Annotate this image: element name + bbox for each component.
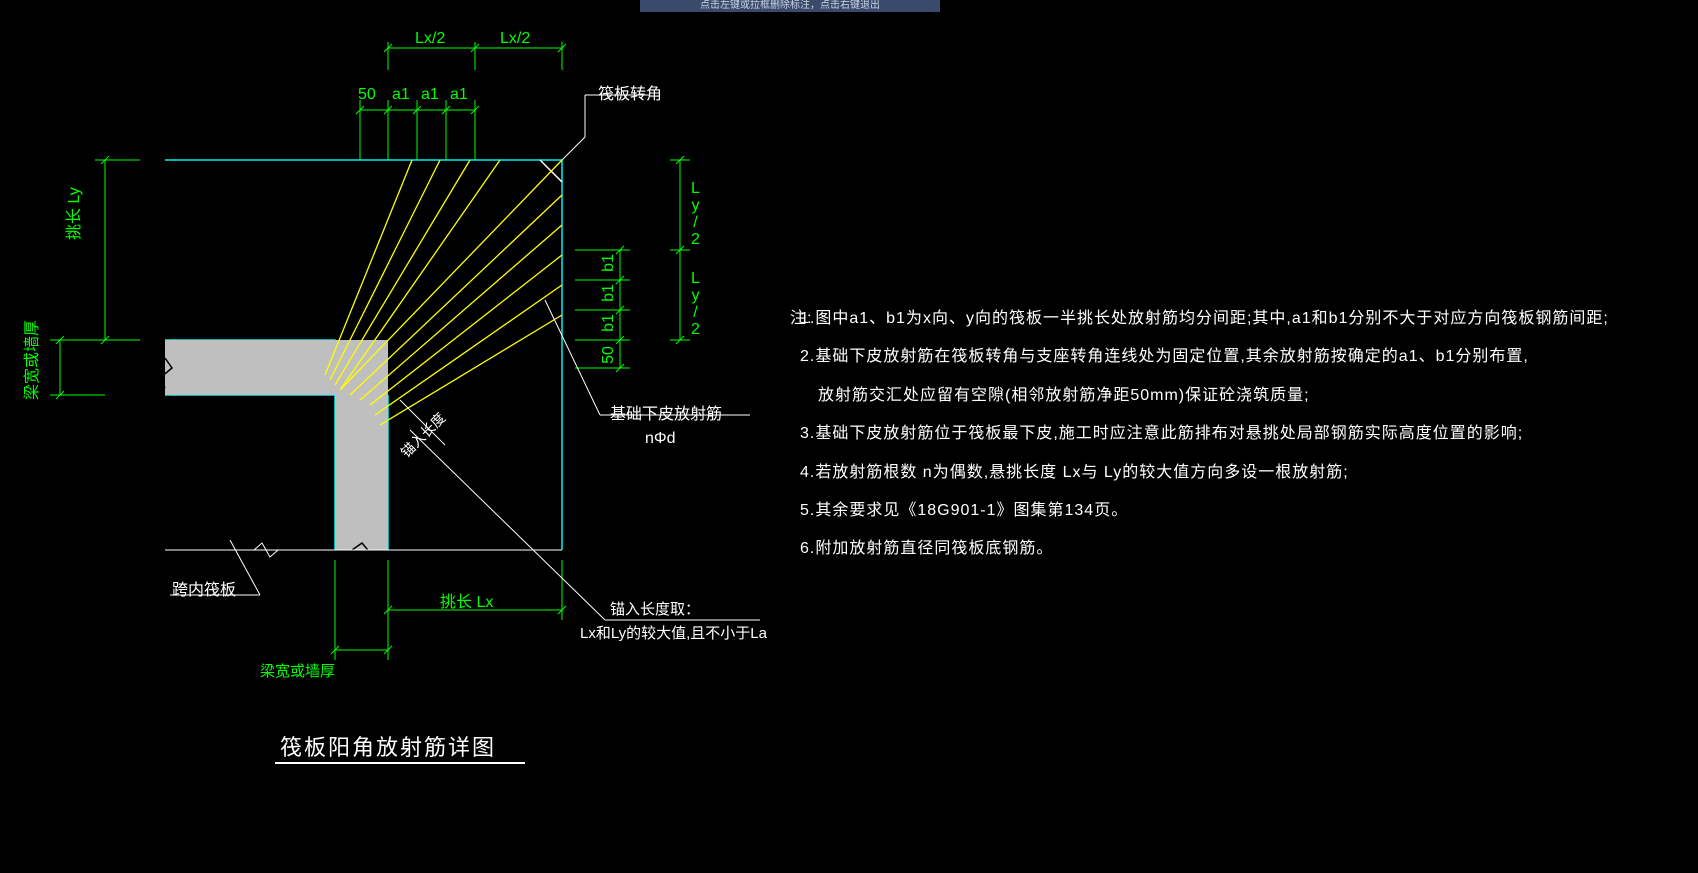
dim-a1-1: a1	[392, 86, 410, 104]
label-corner: 筏板转角	[598, 80, 662, 104]
title-underline	[275, 762, 525, 764]
note-line: 5.其余要求见《18G901-1》图集第134页。	[800, 492, 1680, 530]
notes-block: 注: 1.图中a1、b1为x向、y向的筏板一半挑长处放射筋均分间距;其中,a1和…	[800, 300, 1680, 569]
diagram-title: 筏板阳角放射筋详图	[280, 730, 496, 762]
dim-a1-2: a1	[421, 86, 439, 104]
dim-a1-3: a1	[450, 86, 468, 104]
note-line: 4.若放射筋根数 n为偶数,悬挑长度 Lx与 Ly的较大值方向多设一根放射筋;	[800, 454, 1680, 492]
notes-header: 注:	[790, 300, 812, 338]
dim-lx2-right: Lx/2	[500, 30, 530, 48]
dim-lx2-left: Lx/2	[415, 30, 445, 48]
label-inner-raft: 跨内筏板	[172, 576, 236, 600]
dim-left-ly: 挑长 Ly	[60, 187, 84, 240]
dim-right50: 50	[600, 346, 618, 364]
dim-bot-thick: 梁宽或墙厚	[260, 660, 335, 681]
note-line: 2.基础下皮放射筋在筏板转角与支座转角连线处为固定位置,其余放射筋按确定的a1、…	[800, 338, 1680, 376]
note-line: 6.附加放射筋直径同筏板底钢筋。	[800, 530, 1680, 568]
dim-left-thick: 梁宽或墙厚	[18, 320, 42, 400]
note-line: 放射筋交汇处应留有空隙(相邻放射筋净距50mm)保证砼浇筑质量;	[800, 377, 1680, 415]
dim-ly2-top: Ly/2	[686, 180, 704, 248]
dim-b1-2: b1	[600, 284, 618, 302]
note-line: 1.图中a1、b1为x向、y向的筏板一半挑长处放射筋均分间距;其中,a1和b1分…	[800, 300, 1680, 338]
dim-top50: 50	[358, 86, 376, 104]
dim-bot-lx: 挑长 Lx	[440, 588, 493, 612]
dim-b1-3: b1	[600, 314, 618, 332]
label-foundation-rebar: 基础下皮放射筋	[610, 400, 722, 424]
label-anchor-desc1: 锚入长度取：	[610, 598, 700, 619]
dim-ly2-bot: Ly/2	[686, 270, 704, 338]
label-nphi: nΦd	[645, 430, 676, 448]
label-anchor-desc2: Lx和Ly的较大值,且不小于La	[580, 622, 767, 643]
dim-b1-1: b1	[600, 254, 618, 272]
note-line: 3.基础下皮放射筋位于筏板最下皮,施工时应注意此筋排布对悬挑处局部钢筋实际高度位…	[800, 415, 1680, 453]
